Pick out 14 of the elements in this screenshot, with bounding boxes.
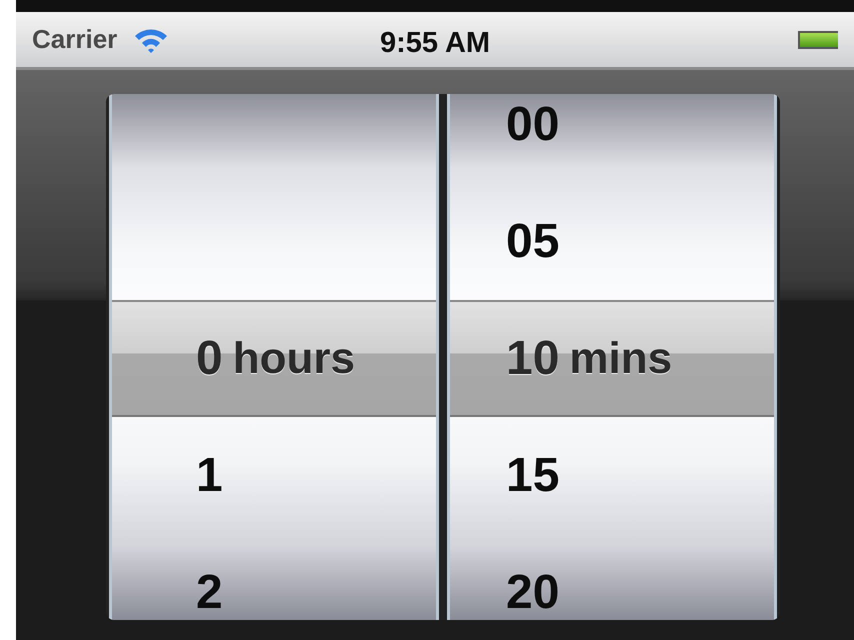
battery-icon (798, 30, 838, 48)
selected-value[interactable]: 0 (196, 322, 223, 394)
picker-value[interactable]: 15 (506, 440, 560, 512)
picker-value[interactable]: 1 (196, 440, 223, 512)
picker-value[interactable]: 00 (506, 94, 560, 160)
picker-value[interactable]: 2 (196, 556, 223, 620)
carrier-name: Carrier (32, 23, 118, 56)
status-time: 9:55 AM (380, 26, 490, 61)
unit-label: hours (232, 332, 355, 384)
picker-value[interactable]: 20 (506, 556, 560, 620)
time-picker[interactable]: 0 hours 1 2 00 05 10 mins 15 20 (106, 94, 780, 620)
picker-value[interactable]: 05 (506, 206, 560, 278)
unit-label: mins (569, 332, 672, 384)
selected-value[interactable]: 10 (506, 322, 560, 394)
